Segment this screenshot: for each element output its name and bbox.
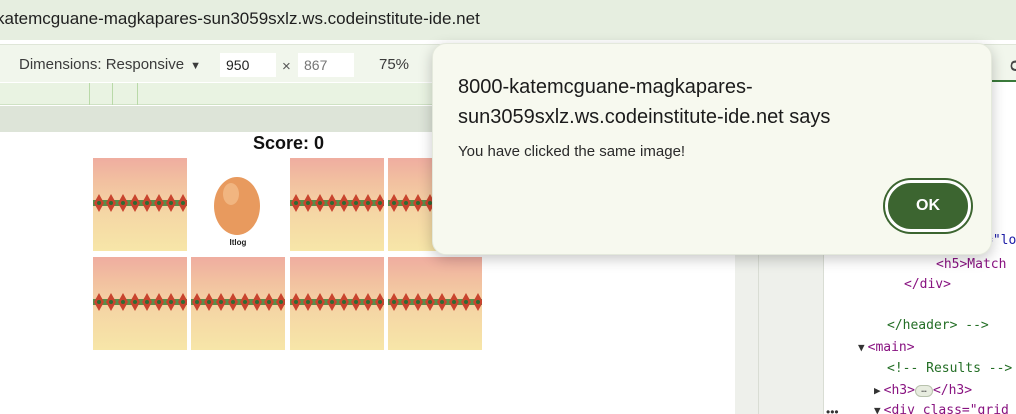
code-text: <div class="grid — [883, 403, 1009, 414]
diamond-band — [290, 194, 384, 212]
code-text: <main> — [867, 340, 915, 355]
devtools-tab-fragment[interactable]: C — [1010, 58, 1016, 74]
browser-window: katemcguane-magkapares-sun3059sxlz.ws.co… — [0, 0, 1016, 414]
active-tab-indicator — [992, 80, 1016, 82]
caret-down-icon: ▼ — [190, 60, 201, 72]
collapse-triangle-icon[interactable]: ▶ — [874, 384, 881, 397]
expand-triangle-icon[interactable]: ▼ — [874, 404, 881, 414]
more-dots-icon[interactable]: ••• — [826, 405, 839, 414]
dimensions-label: Dimensions: Responsive — [19, 56, 185, 73]
ellipsis-badge[interactable]: … — [914, 384, 933, 397]
dialog-message: You have clicked the same image! — [458, 143, 686, 160]
code-line[interactable]: ▼ <main> — [858, 340, 915, 355]
diamond-band — [93, 293, 187, 311]
ruler-tick — [112, 83, 113, 105]
memory-card[interactable] — [290, 257, 384, 350]
code-line[interactable]: <h5>Match — [936, 257, 1006, 272]
code-line[interactable]: </header> --> — [887, 318, 989, 333]
diamond-band — [290, 293, 384, 311]
width-input[interactable] — [220, 53, 276, 77]
code-line[interactable]: <!-- Results --> — [887, 361, 1012, 376]
score-heading: Score: 0 — [253, 133, 325, 153]
code-line[interactable]: ▶ <h3>… </h3> — [874, 383, 972, 398]
code-text: <!-- Results --> — [887, 361, 1013, 376]
address-bar[interactable]: katemcguane-magkapares-sun3059sxlz.ws.co… — [0, 0, 1016, 40]
ok-button[interactable]: OK — [885, 180, 971, 232]
url-text[interactable]: katemcguane-magkapares-sun3059sxlz.ws.co… — [0, 9, 480, 29]
memory-card-flipped[interactable]: Itlog — [191, 158, 285, 251]
memory-card[interactable] — [93, 257, 187, 350]
memory-card[interactable] — [191, 257, 285, 350]
code-text: <h3> — [883, 383, 915, 398]
dialog-title: 8000-katemcguane-magkapares-sun3059sxlz.… — [458, 76, 831, 128]
dimensions-dropdown[interactable]: Dimensions: Responsive ▼ — [19, 56, 201, 73]
diamond-band — [388, 293, 482, 311]
zoom-dropdown[interactable]: 75% — [379, 56, 409, 73]
alert-dialog: 8000-katemcguane-magkapares-sun3059sxlz.… — [432, 43, 992, 255]
diamond-band — [191, 293, 285, 311]
code-text: </h3> — [932, 383, 973, 398]
memory-card[interactable] — [290, 158, 384, 251]
code-text: </div> — [904, 277, 951, 292]
diamond-band — [93, 194, 187, 212]
code-text: <h5>Match — [936, 257, 1007, 272]
memory-card[interactable] — [93, 158, 187, 251]
code-line[interactable]: ▼ <div class="grid — [874, 403, 1009, 414]
egg-icon — [214, 177, 260, 235]
code-line[interactable]: </div> — [904, 277, 951, 292]
expand-triangle-icon[interactable]: ▼ — [858, 341, 865, 354]
ruler-tick — [89, 83, 90, 105]
code-text: </header> --> — [887, 318, 989, 333]
card-label: Itlog — [229, 238, 247, 247]
height-input[interactable] — [298, 53, 354, 77]
dimension-separator: × — [282, 58, 291, 75]
memory-card[interactable] — [388, 257, 482, 350]
ruler-tick — [137, 83, 138, 105]
